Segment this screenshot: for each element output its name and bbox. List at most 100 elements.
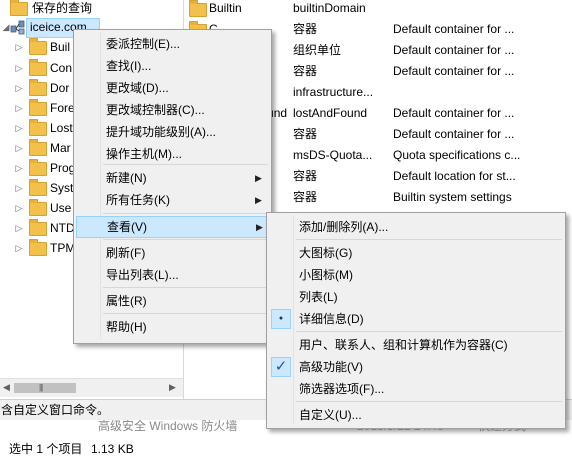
folder-icon bbox=[29, 219, 47, 236]
menu-item-label: 大图标(G) bbox=[299, 246, 353, 260]
folder-icon bbox=[10, 0, 28, 16]
scroll-left-arrow-icon[interactable]: ◀ bbox=[3, 382, 10, 393]
menu-separator bbox=[296, 401, 562, 402]
expand-arrow-icon[interactable]: ▷ bbox=[14, 98, 24, 118]
tree-item-label: Mar bbox=[50, 141, 71, 155]
context-menu-item[interactable]: 刷新(F) bbox=[76, 242, 269, 264]
list-cell-type: 容器 bbox=[293, 64, 318, 78]
folder-icon bbox=[29, 119, 47, 136]
menu-separator bbox=[103, 213, 268, 214]
list-cell-description: Default container for ... bbox=[393, 22, 515, 36]
scrollbar-thumb[interactable] bbox=[14, 383, 76, 393]
list-cell-type: 组织单位 bbox=[293, 43, 342, 57]
context-menu: 委派控制(E)... 查找(I)... 更改域(D)... 更改域控制器(C)... 提… bbox=[73, 29, 272, 344]
submenu-arrow-icon: ▶ bbox=[256, 222, 263, 232]
folder-icon bbox=[29, 38, 47, 55]
radio-dot-icon: ● bbox=[278, 315, 284, 322]
context-menu-item[interactable]: 更改域控制器(C)... bbox=[76, 99, 269, 121]
horizontal-scrollbar[interactable]: ◀ ||| ▶ bbox=[0, 378, 183, 397]
menu-separator bbox=[103, 239, 268, 240]
view-menu-item[interactable]: 小图标(M) bbox=[269, 264, 563, 286]
view-menu-item[interactable]: 大图标(G) bbox=[269, 242, 563, 264]
view-menu-item[interactable]: 添加/删除列(A)... bbox=[269, 216, 563, 238]
menu-item-label: 自定义(U)... bbox=[299, 408, 362, 422]
checkmark-icon: ✓ bbox=[274, 358, 288, 375]
menu-item-label: 查看(V) bbox=[107, 220, 147, 234]
scrollbar-grip-icon: ||| bbox=[39, 383, 43, 392]
scroll-right-arrow-icon[interactable]: ▶ bbox=[169, 382, 176, 393]
view-menu-item[interactable]: 用户、联系人、组和计算机作为容器(C) bbox=[269, 334, 563, 356]
view-menu-item[interactable]: 列表(L) bbox=[269, 286, 563, 308]
tree-item-label: Prog bbox=[50, 161, 76, 175]
list-cell-description: Default container for ... bbox=[393, 127, 515, 141]
context-menu-item[interactable]: 更改域(D)... bbox=[76, 77, 269, 99]
expand-arrow-icon[interactable]: ▷ bbox=[14, 78, 24, 98]
menu-item-label: 列表(L) bbox=[299, 290, 338, 304]
menu-separator bbox=[103, 287, 268, 288]
context-menu-item[interactable]: 属性(R) bbox=[76, 290, 269, 312]
menu-item-label: 详细信息(D) bbox=[299, 312, 364, 326]
folder-icon bbox=[29, 139, 47, 156]
list-cell-description: Default location for st... bbox=[393, 169, 516, 183]
folder-icon bbox=[29, 79, 47, 96]
expand-arrow-icon[interactable]: ▷ bbox=[14, 178, 24, 198]
view-menu-item[interactable]: 自定义(U)... bbox=[269, 404, 563, 426]
selection-size: 1.13 KB bbox=[91, 442, 134, 456]
tree-item-label: Dor bbox=[50, 81, 70, 95]
view-menu-item[interactable]: ✓ 高级功能(V) bbox=[269, 356, 563, 378]
menu-item-label: 委派控制(E)... bbox=[106, 37, 180, 51]
expand-arrow-icon[interactable]: ▷ bbox=[14, 158, 24, 178]
menu-item-label: 添加/删除列(A)... bbox=[299, 220, 389, 234]
list-cell-description: Default container for ... bbox=[393, 106, 515, 120]
context-menu-item[interactable]: 操作主机(M)... bbox=[76, 143, 269, 165]
expand-arrow-icon[interactable]: ▷ bbox=[14, 118, 24, 138]
expand-arrow-icon[interactable]: ▷ bbox=[14, 238, 24, 258]
list-cell-description: Default container for ... bbox=[393, 64, 515, 78]
folder-icon bbox=[189, 0, 207, 17]
list-cell-type: 容器 bbox=[293, 169, 318, 183]
view-menu-item[interactable]: ● 详细信息(D) bbox=[269, 308, 563, 330]
expand-arrow-icon[interactable]: ▷ bbox=[14, 218, 24, 238]
list-cell-description: Builtin system settings bbox=[393, 190, 512, 204]
tree-item-label: NTD bbox=[50, 221, 75, 235]
list-row[interactable]: Builtin builtinDomain bbox=[186, 0, 572, 19]
menu-item-label: 属性(R) bbox=[106, 294, 147, 308]
menu-item-label: 查找(I)... bbox=[106, 59, 152, 73]
selection-count: 选中 1 个项目 bbox=[9, 442, 83, 456]
view-menu-item[interactable]: 筛选器选项(F)... bbox=[269, 378, 563, 400]
expand-arrow-icon[interactable]: ▷ bbox=[14, 58, 24, 78]
list-cell-type: lostAndFound bbox=[293, 106, 368, 120]
list-cell-name: Builtin bbox=[209, 1, 242, 15]
tree-item-label: Lost bbox=[50, 121, 73, 135]
explorer-status-bar: 选中 1 个项目 1.13 KB bbox=[0, 438, 572, 460]
context-menu-item[interactable]: 提升域功能级别(A)... bbox=[76, 121, 269, 143]
folder-icon bbox=[29, 239, 47, 256]
folder-icon bbox=[29, 159, 47, 176]
context-menu-item[interactable]: 所有任务(K) ▶ bbox=[76, 189, 269, 211]
tree-item-label: TPM bbox=[50, 241, 76, 255]
context-menu-item[interactable]: 查找(I)... bbox=[76, 55, 269, 77]
submenu-arrow-icon: ▶ bbox=[255, 173, 262, 183]
menu-separator bbox=[296, 239, 562, 240]
menu-item-label: 新建(N) bbox=[106, 171, 147, 185]
context-menu-item[interactable]: 导出列表(L)... bbox=[76, 264, 269, 286]
context-menu-item[interactable]: 帮助(H) bbox=[76, 316, 269, 338]
menu-item-label: 操作主机(M)... bbox=[106, 147, 182, 161]
context-menu-item[interactable]: 委派控制(E)... bbox=[76, 33, 269, 55]
status-hint: 含自定义窗口命令。 bbox=[1, 403, 110, 417]
list-cell-type: 容器 bbox=[293, 127, 318, 141]
list-cell-type: infrastructure... bbox=[293, 85, 374, 99]
tree-item-label: Buil bbox=[50, 40, 71, 54]
menu-item-label: 所有任务(K) bbox=[106, 193, 170, 207]
expand-arrow-icon[interactable]: ▷ bbox=[14, 138, 24, 158]
tree-item-label: 保存的查询 bbox=[32, 1, 93, 15]
menu-separator bbox=[296, 331, 562, 332]
context-menu-item[interactable]: 新建(N) ▶ bbox=[76, 167, 269, 189]
expand-arrow-icon[interactable]: ▷ bbox=[14, 37, 24, 57]
menu-item-label: 导出列表(L)... bbox=[106, 268, 179, 282]
menu-item-label: 更改域(D)... bbox=[106, 81, 169, 95]
menu-separator bbox=[103, 313, 268, 314]
expand-arrow-icon[interactable]: ▷ bbox=[14, 198, 24, 218]
tree-item-label: Use bbox=[50, 201, 72, 215]
context-menu-item[interactable]: 查看(V) ▶ bbox=[76, 216, 269, 238]
